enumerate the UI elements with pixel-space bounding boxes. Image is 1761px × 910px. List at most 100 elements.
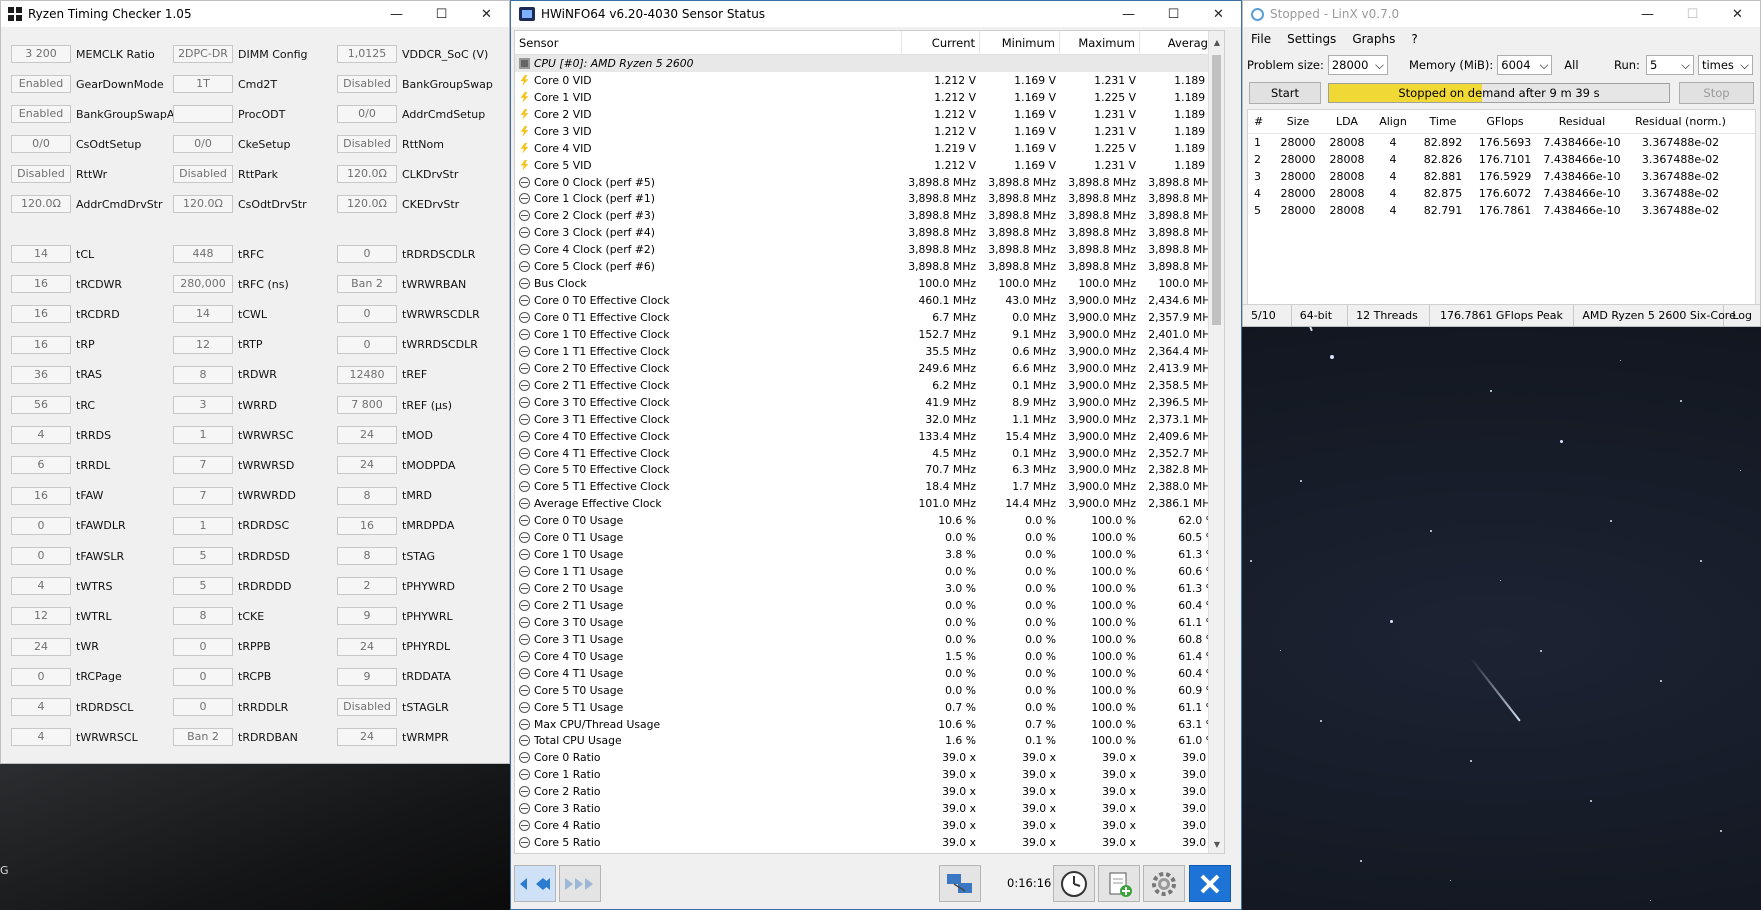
hwinfo-titlebar[interactable]: HWiNFO64 v6.20-4030 Sensor Status — ☐ ✕ [511,1,1241,27]
sensor-table[interactable]: Sensor Current Minimum Maximum Average C… [514,30,1225,854]
sensor-row[interactable]: Core 4 VID 1.219 V 1.169 V 1.225 V 1.189 V [515,140,1224,157]
network-button[interactable] [939,865,981,902]
sensor-row[interactable]: Core 1 VID 1.212 V 1.169 V 1.225 V 1.189 V [515,89,1224,106]
timing-value-box: 2DPC-DR [173,45,233,63]
linx-titlebar[interactable]: Stopped - LinX v0.7.0 — ☐ ✕ [1243,1,1760,27]
menu-file[interactable]: File [1243,32,1279,46]
sensor-row[interactable]: Core 5 Ratio 39.0 x 39.0 x 39.0 x 39.0 x [515,834,1224,851]
sensor-row[interactable]: Core 3 Ratio 39.0 x 39.0 x 39.0 x 39.0 x [515,800,1224,817]
result-lda: 28008 [1329,203,1365,217]
rtc-titlebar[interactable]: Ryzen Timing Checker 1.05 — ☐ ✕ [1,1,509,27]
result-row[interactable]: 1 28000 28008 4 82.892 176.5693 7.438466e-10 3.… [1248,134,1755,151]
sensor-row[interactable]: Core 4 T0 Effective Clock 133.4 MHz 15.4 M… [515,428,1224,445]
sensor-row[interactable]: Core 4 Clock (perf #2) 3,898.8 MHz 3,898.8… [515,241,1224,258]
sensor-scrollbar[interactable]: ▲ ▼ [1208,31,1224,853]
sensor-row[interactable]: Core 0 Clock (perf #5) 3,898.8 MHz 3,898.8… [515,174,1224,191]
result-lda: 28008 [1329,152,1365,166]
logging-button[interactable] [1098,865,1140,902]
problem-size-row: Problem size: 28000 ⌵ [1247,55,1388,75]
expand-collapse-button[interactable] [514,865,556,902]
result-row[interactable]: 2 28000 28008 4 82.826 176.7101 7.438466e-10 3.… [1248,151,1755,168]
sensor-row[interactable]: Core 5 T0 Effective Clock 70.7 MHz 6.3 MHz… [515,462,1224,479]
sensor-row[interactable]: Core 1 Clock (perf #1) 3,898.8 MHz 3,898.8… [515,191,1224,208]
run-count-select[interactable]: 5 ⌵ [1645,55,1694,75]
menu-settings[interactable]: Settings [1279,32,1344,46]
problem-size-select[interactable]: 28000 ⌵ [1327,55,1388,75]
sensor-row[interactable]: Core 5 T0 Usage 0.0 % 0.0 % 100.0 % 60.9 % [515,682,1224,699]
memory-select[interactable]: 6004 ⌵ [1497,55,1553,75]
settings-button[interactable] [1143,865,1185,902]
scroll-down-icon[interactable]: ▼ [1209,837,1224,853]
sensor-row[interactable]: Core 0 T1 Usage 0.0 % 0.0 % 100.0 % 60.5 % [515,529,1224,546]
sensor-row[interactable]: Core 4 T0 Usage 1.5 % 0.0 % 100.0 % 61.4 % [515,648,1224,665]
menu-graphs[interactable]: Graphs [1344,32,1403,46]
sensor-row[interactable]: Core 2 T1 Usage 0.0 % 0.0 % 100.0 % 60.4 % [515,597,1224,614]
sensor-row[interactable]: Core 2 Ratio 39.0 x 39.0 x 39.0 x 39.0 x [515,783,1224,800]
sensor-row[interactable]: Core 0 Ratio 39.0 x 39.0 x 39.0 x 39.0 x [515,749,1224,766]
close-icon[interactable]: ✕ [1196,1,1241,27]
results-table[interactable]: # Size LDA Align Time GFlops Residual Re… [1247,109,1756,305]
sensor-row[interactable]: Core 4 T1 Effective Clock 4.5 MHz 0.1 MHz 3… [515,445,1224,462]
col-minimum[interactable]: Minimum [980,31,1060,55]
sensor-row[interactable]: Core 4 T1 Usage 0.0 % 0.0 % 100.0 % 60.4 % [515,665,1224,682]
minimize-icon[interactable]: — [1106,1,1151,27]
close-icon[interactable]: ✕ [464,1,509,27]
layout-button[interactable] [559,865,601,902]
sensor-row[interactable]: Core 5 T1 Usage 0.7 % 0.0 % 100.0 % 61.1 % [515,699,1224,716]
star [1720,830,1722,832]
sensor-row[interactable]: Core 5 VID 1.212 V 1.169 V 1.231 V 1.189 V [515,157,1224,174]
sensor-row[interactable]: Core 1 T0 Effective Clock 152.7 MHz 9.1 MH… [515,326,1224,343]
log-link[interactable]: Log [1724,305,1760,327]
sensor-row[interactable]: Average Effective Clock 101.0 MHz 14.4 MHz… [515,495,1224,512]
minimize-icon[interactable]: — [374,1,419,27]
sensor-row[interactable]: Core 3 T1 Usage 0.0 % 0.0 % 100.0 % 60.8 % [515,631,1224,648]
scroll-up-icon[interactable]: ▲ [1209,35,1224,51]
clock-button[interactable] [1053,865,1095,902]
sensor-row[interactable]: Core 5 Clock (perf #6) 3,898.8 MHz 3,898.8… [515,258,1224,275]
sensor-current: 101.0 MHz [918,497,976,511]
sensor-row[interactable]: Core 3 Clock (perf #4) 3,898.8 MHz 3,898.8… [515,224,1224,241]
sensor-row[interactable]: Core 1 Ratio 39.0 x 39.0 x 39.0 x 39.0 x [515,766,1224,783]
sensor-row[interactable]: Core 1 T0 Usage 3.8 % 0.0 % 100.0 % 61.3 % [515,546,1224,563]
run-unit-select[interactable]: times ⌵ [1697,55,1753,75]
sensor-row[interactable]: Core 3 T1 Effective Clock 32.0 MHz 1.1 MHz… [515,411,1224,428]
result-residual: 7.438466e-10 [1543,169,1621,183]
sensor-row[interactable]: Core 1 T1 Effective Clock 35.5 MHz 0.6 MHz… [515,343,1224,360]
maximize-icon[interactable]: ☐ [419,1,464,27]
sensor-row[interactable]: Core 2 T1 Effective Clock 6.2 MHz 0.1 MHz 3… [515,377,1224,394]
clock-icon [519,786,530,798]
sensor-row[interactable]: Total CPU Usage 1.6 % 0.1 % 100.0 % 61.0 % [515,733,1224,750]
close-icon[interactable]: ✕ [1715,1,1760,27]
sensor-row[interactable]: Core 3 T0 Usage 0.0 % 0.0 % 100.0 % 61.1 % [515,614,1224,631]
result-row[interactable]: 5 28000 28008 4 82.791 176.7861 7.438466e-10 3.… [1248,202,1755,219]
sensor-row[interactable]: Core 2 Clock (perf #3) 3,898.8 MHz 3,898.8… [515,207,1224,224]
sensor-row[interactable]: Max CPU/Thread Usage 10.6 % 0.7 % 100.0 % 63… [515,716,1224,733]
start-button[interactable]: Start [1249,82,1321,104]
sensor-row[interactable]: Core 2 T0 Effective Clock 249.6 MHz 6.6 MH… [515,360,1224,377]
sensor-maximum: 1.231 V [1094,124,1136,138]
sensor-row[interactable]: Core 3 T0 Effective Clock 41.9 MHz 8.9 MHz… [515,394,1224,411]
result-row[interactable]: 4 28000 28008 4 82.875 176.6072 7.438466e-10 3.… [1248,185,1755,202]
maximize-icon[interactable]: ☐ [1151,1,1196,27]
col-sensor[interactable]: Sensor [515,31,902,55]
minimize-icon[interactable]: — [1625,1,1670,27]
col-maximum[interactable]: Maximum [1060,31,1140,55]
sensor-row[interactable]: Core 0 T0 Effective Clock 460.1 MHz 43.0 M… [515,292,1224,309]
result-row[interactable]: 3 28000 28008 4 82.881 176.5929 7.438466e-10 3.… [1248,168,1755,185]
sensor-row[interactable]: Bus Clock 100.0 MHz 100.0 MHz 100.0 MHz 100.… [515,275,1224,292]
sensor-row[interactable]: Core 1 T1 Usage 0.0 % 0.0 % 100.0 % 60.6 % [515,563,1224,580]
sensor-row[interactable]: Core 0 T0 Usage 10.6 % 0.0 % 100.0 % 62.0 % [515,512,1224,529]
sensor-row[interactable]: Core 5 T1 Effective Clock 18.4 MHz 1.7 MHz… [515,478,1224,495]
menu-help[interactable]: ? [1403,32,1425,46]
sensor-row[interactable]: Core 2 VID 1.212 V 1.169 V 1.231 V 1.189 V [515,106,1224,123]
sensor-row[interactable]: Core 3 VID 1.212 V 1.169 V 1.231 V 1.189 V [515,123,1224,140]
sensor-row[interactable]: Core 0 VID 1.212 V 1.169 V 1.231 V 1.189 V [515,72,1224,89]
close-sensors-button[interactable] [1189,865,1231,902]
sensor-row[interactable]: Core 0 T1 Effective Clock 6.7 MHz 0.0 MHz 3… [515,309,1224,326]
col-current[interactable]: Current [902,31,980,55]
scroll-thumb[interactable] [1212,55,1221,325]
all-label[interactable]: All [1564,58,1578,72]
sensor-group-row[interactable]: CPU [#0]: AMD Ryzen 5 2600 [515,55,1224,72]
sensor-row[interactable]: Core 4 Ratio 39.0 x 39.0 x 39.0 x 39.0 x [515,817,1224,834]
sensor-row[interactable]: Core 2 T0 Usage 3.0 % 0.0 % 100.0 % 61.3 % [515,580,1224,597]
